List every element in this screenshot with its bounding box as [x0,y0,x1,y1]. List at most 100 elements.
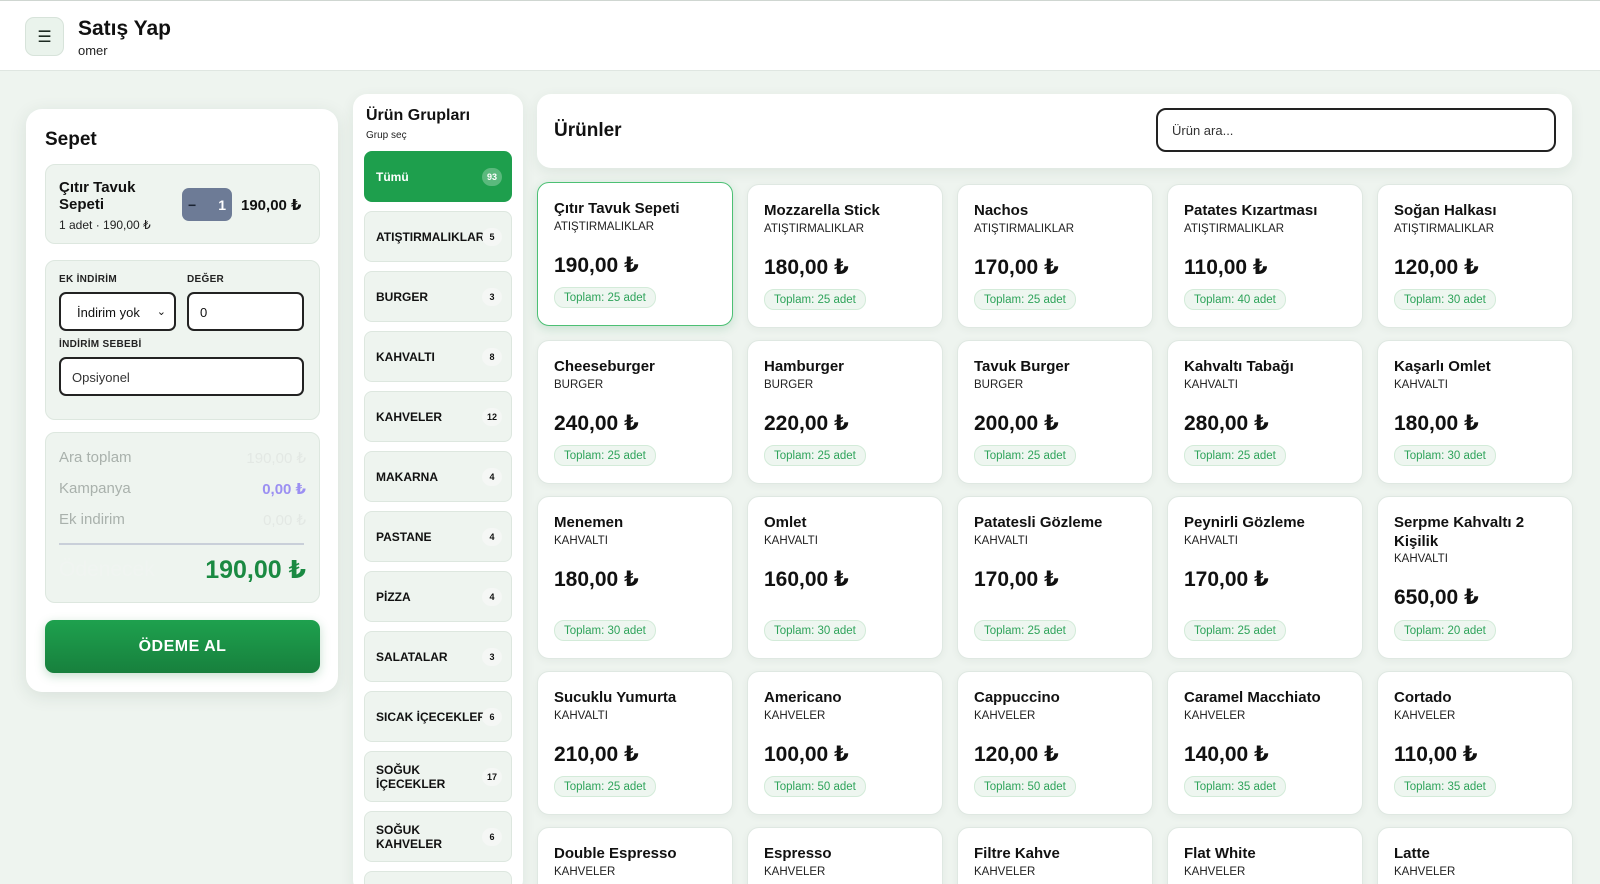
product-card[interactable]: Soğan Halkası ATIŞTIRMALIKLAR 120,00 ₺ Topl… [1377,184,1573,328]
product-name: Sucuklu Yumurta [554,689,677,706]
totals-section: Ara toplam 190,00 ₺ Kampanya 0,00 ₺ Ek i… [45,432,320,603]
product-name: Menemen [554,514,624,531]
quantity-stepper[interactable]: − 1 [182,188,232,221]
product-card[interactable]: Americano KAHVELER 100,00 ₺ Toplam: 50 adet [747,671,943,815]
product-card[interactable]: Nachos ATIŞTIRMALIKLAR 170,00 ₺ Toplam: 25 … [957,184,1153,328]
discount-reason-input[interactable]: Opsiyonel [59,357,304,396]
product-name: Mozzarella Stick [764,202,880,219]
stock-badge: Toplam: 25 adet [554,776,656,797]
product-category: ATIŞTIRMALIKLAR [1394,223,1495,235]
cart-item-price: 190,00 ₺ [241,197,302,214]
product-price: 210,00 ₺ [554,743,639,766]
product-category: KAHVELER [554,866,616,878]
product-category: KAHVELER [1184,710,1246,722]
product-groups-panel: Ürün Grupları Grup seç Tümü 93 ATIŞTIRMALI… [353,94,523,884]
group-item[interactable]: Tümü 93 [364,151,512,202]
product-name: Serpme Kahvaltı 2 Kişilik [1394,514,1525,550]
product-card[interactable]: Kaşarlı Omlet KAHVALTI 180,00 ₺ Toplam: 30 … [1377,340,1573,484]
product-card[interactable]: Omlet KAHVALTI 160,00 ₺ Toplam: 30 adet [747,496,943,659]
product-price: 170,00 ₺ [1184,568,1269,591]
product-card[interactable]: Hamburger BURGER 220,00 ₺ Toplam: 25 adet [747,340,943,484]
product-card[interactable]: Patates Kızartması ATIŞTIRMALIKLAR 110,00 … [1167,184,1363,328]
product-card[interactable]: Mozzarella Stick ATIŞTIRMALIKLAR 180,00 ₺ T… [747,184,943,328]
product-card[interactable]: Patatesli Gözleme KAHVALTI 170,00 ₺ Toplam:… [957,496,1153,659]
cart-panel: Sepet Çıtır Tavuk Sepeti 1 adet · 190,00… [26,109,338,692]
group-item-label: SALATALAR [376,649,448,664]
product-card[interactable]: Filtre Kahve KAHVELER [957,827,1153,884]
product-name: Cheeseburger [554,358,655,375]
group-item[interactable]: SICAK İÇECEKLER 6 [364,691,512,742]
stock-badge: Toplam: 25 adet [1184,620,1286,641]
product-price: 240,00 ₺ [554,412,639,435]
group-item[interactable]: BURGER 3 [364,271,512,322]
group-item-label: SOĞUK KAHVELER [376,822,443,851]
product-card[interactable]: Sucuklu Yumurta KAHVALTI 210,00 ₺ Toplam: 2… [537,671,733,815]
product-price: 180,00 ₺ [764,256,849,279]
group-item-label: Tümü [376,169,409,184]
stock-badge: Toplam: 35 adet [1184,776,1286,797]
product-card[interactable]: Peynirli Gözleme KAHVALTI 170,00 ₺ Toplam: … [1167,496,1363,659]
product-card[interactable]: Double Espresso KAHVELER [537,827,733,884]
group-item[interactable]: MAKARNA 4 [364,451,512,502]
products-title: Ürünler [554,120,622,141]
product-card[interactable]: Cheeseburger BURGER 240,00 ₺ Toplam: 25 ade… [537,340,733,484]
product-card[interactable]: Cortado KAHVELER 110,00 ₺ Toplam: 35 adet [1377,671,1573,815]
decrease-button[interactable]: − [188,197,196,213]
group-item[interactable]: PASTANE 4 [364,511,512,562]
stock-badge: Toplam: 25 adet [764,445,866,466]
product-name: Espresso [764,845,832,862]
group-item[interactable]: ATIŞTIRMALIKLAR 5 [364,211,512,262]
group-item[interactable] [364,871,512,884]
stock-badge: Toplam: 25 adet [974,289,1076,310]
stock-badge: Toplam: 25 adet [1184,445,1286,466]
product-name: Cappuccino [974,689,1060,706]
discount-type-label: EK İNDİRİM [59,274,117,285]
product-card[interactable]: Cappuccino KAHVELER 120,00 ₺ Toplam: 50 ade… [957,671,1153,815]
discount-value-input[interactable]: 0 [187,292,304,331]
product-price: 170,00 ₺ [974,568,1059,591]
product-price: 100,00 ₺ [764,743,849,766]
group-item-count: 4 [482,587,502,606]
cart-title: Sepet [45,129,97,150]
product-card[interactable]: Espresso KAHVELER [747,827,943,884]
stock-badge: Toplam: 25 adet [974,445,1076,466]
product-category: KAHVALTI [554,535,608,547]
pay-button[interactable]: ÖDEME AL [45,620,320,673]
payable-value: 190,00 ₺ [205,556,306,584]
group-item[interactable]: SOĞUK İÇECEKLER 17 [364,751,512,802]
product-card[interactable]: Tavuk Burger BURGER 200,00 ₺ Toplam: 25 ade… [957,340,1153,484]
group-item-count: 17 [482,767,502,786]
group-item[interactable]: KAHVALTI 8 [364,331,512,382]
product-card[interactable]: Caramel Macchiato KAHVELER 140,00 ₺ Toplam:… [1167,671,1363,815]
group-item[interactable]: KAHVELER 12 [364,391,512,442]
product-card[interactable]: Kahvaltı Tabağı KAHVALTI 280,00 ₺ Toplam: 2… [1167,340,1363,484]
stock-badge: Toplam: 25 adet [554,445,656,466]
product-card[interactable]: Menemen KAHVALTI 180,00 ₺ Toplam: 30 adet [537,496,733,659]
group-item-label: PİZZA [376,589,411,604]
group-item[interactable]: PİZZA 4 [364,571,512,622]
product-card[interactable]: Serpme Kahvaltı 2 Kişilik KAHVALTI 650,00 … [1377,496,1573,659]
product-card[interactable]: Latte KAHVELER [1377,827,1573,884]
product-price: 220,00 ₺ [764,412,849,435]
group-item-count: 4 [482,527,502,546]
product-card[interactable]: Flat White KAHVELER [1167,827,1363,884]
group-item[interactable]: SALATALAR 3 [364,631,512,682]
search-input[interactable]: Ürün ara... [1156,108,1556,152]
group-item-label: PASTANE [376,529,432,544]
product-category: KAHVALTI [1184,379,1238,391]
product-name: Kaşarlı Omlet [1394,358,1491,375]
groups-title: Ürün Grupları [366,107,471,124]
product-category: KAHVALTI [1394,553,1448,565]
menu-icon[interactable]: ☰ [25,17,64,56]
discount-type-select[interactable]: İndirim yok ⌄ [59,292,176,331]
stock-badge: Toplam: 50 adet [764,776,866,797]
stock-badge: Toplam: 35 adet [1394,776,1496,797]
discount-section: EK İNDİRİM DEĞER İndirim yok ⌄ 0 İNDİRİM… [45,260,320,420]
group-item-label: KAHVALTI [376,349,435,364]
product-category: KAHVELER [974,866,1036,878]
group-item-count: 4 [482,467,502,486]
top-bar: ☰ Satış Yap omer [0,0,1600,71]
group-item-count: 93 [482,167,502,186]
product-card[interactable]: Çıtır Tavuk Sepeti ATIŞTIRMALIKLAR 190,00 … [537,182,733,326]
group-item[interactable]: SOĞUK KAHVELER 6 [364,811,512,862]
